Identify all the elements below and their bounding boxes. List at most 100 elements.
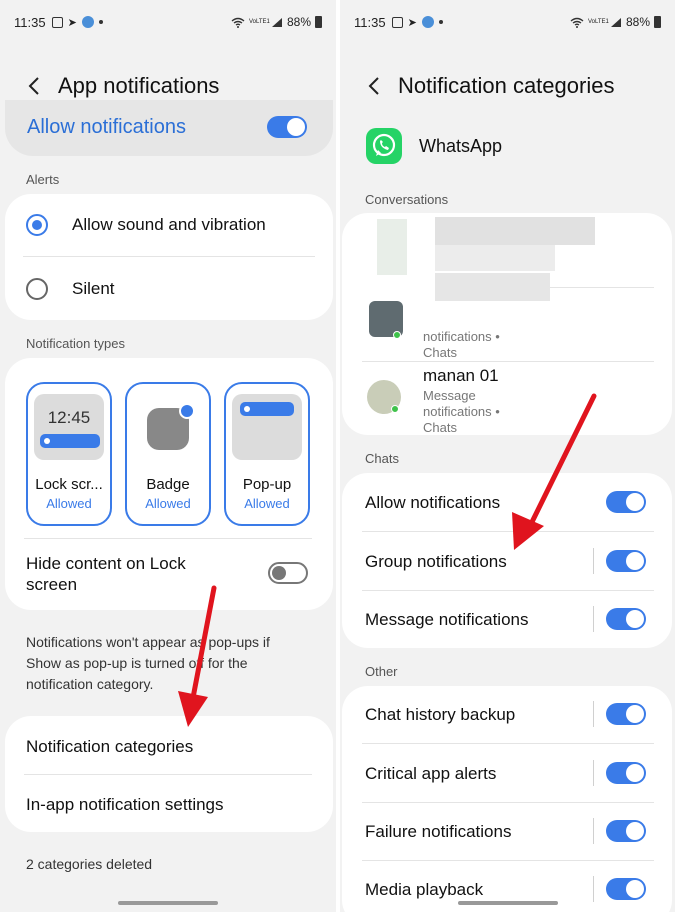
hide-content-toggle[interactable] <box>268 562 308 584</box>
chats-section-label: Chats <box>365 451 399 466</box>
app-bar: App notifications <box>0 70 336 102</box>
message-notifications-label[interactable]: Message notifications <box>365 610 528 630</box>
allow-notifications-row[interactable]: Allow notifications <box>5 100 333 156</box>
popup-label: Pop-up <box>242 476 292 493</box>
signal-icon <box>271 17 282 27</box>
chat-history-backup-label[interactable]: Chat history backup <box>365 705 515 725</box>
allow-notifications-toggle[interactable] <box>267 116 307 138</box>
online-indicator <box>393 331 401 339</box>
whatsapp-app-icon <box>366 128 402 164</box>
status-bar: 11:35 ➤ VoLTE1 88% <box>14 12 322 32</box>
status-icons: ➤ <box>51 16 103 29</box>
page-title: App notifications <box>58 73 220 98</box>
lock-screen-status: Allowed <box>46 496 92 511</box>
notification-types-section-label: Notification types <box>26 336 125 351</box>
critical-app-alerts-label[interactable]: Critical app alerts <box>365 764 496 784</box>
status-icons: ➤ <box>391 16 443 29</box>
divider <box>362 590 654 591</box>
row-separator <box>593 701 594 727</box>
conversation-subtitle: notifications • <box>423 329 500 344</box>
allow-notifications-label: Allow notifications <box>27 116 186 138</box>
status-time: 11:35 <box>14 14 46 30</box>
app-badge-icon <box>421 16 434 28</box>
pop-up-note: Notifications won't appear as pop-ups if… <box>26 634 270 692</box>
in-app-settings-link[interactable]: In-app notification settings <box>26 795 224 815</box>
chat-history-backup-toggle[interactable] <box>606 703 646 725</box>
hide-content-row[interactable]: Hide content on Lock screen <box>26 553 266 595</box>
failure-notifications-toggle[interactable] <box>606 820 646 842</box>
badge-type[interactable]: Badge Allowed <box>125 382 211 526</box>
media-playback-toggle[interactable] <box>606 878 646 900</box>
allow-sound-radio[interactable] <box>26 214 48 236</box>
more-dot-icon <box>438 20 443 24</box>
screenshot: 11:35 ➤ VoLTE1 88% App notifications All… <box>0 0 675 912</box>
divider <box>362 743 654 744</box>
group-notifications-label[interactable]: Group notifications <box>365 552 507 572</box>
status-bar: 11:35 ➤ VoLTE1 88% <box>354 12 661 32</box>
other-section-label: Other <box>365 664 398 679</box>
wifi-icon <box>570 17 584 28</box>
conversation-row[interactable]: notifications • Chats <box>342 213 672 360</box>
conversations-section-label: Conversations <box>365 192 449 207</box>
allow-sound-label[interactable]: Allow sound and vibration <box>72 215 266 235</box>
back-arrow-icon <box>28 77 39 95</box>
telegram-icon: ➤ <box>67 16 77 29</box>
silent-label[interactable]: Silent <box>72 279 115 299</box>
annotation-arrow-icon <box>512 393 597 550</box>
media-playback-label[interactable]: Media playback <box>365 880 483 900</box>
conversation-category: Chats <box>423 420 457 435</box>
app-name: WhatsApp <box>419 136 503 156</box>
badge-status: Allowed <box>145 496 191 511</box>
row-separator <box>593 818 594 844</box>
back-button[interactable] <box>14 70 54 102</box>
conversation-subtitle-2: notifications • <box>423 404 500 419</box>
row-separator <box>593 760 594 786</box>
app-bar: Notification categories <box>340 70 675 102</box>
lte-label: VoLTE1 <box>587 19 609 25</box>
online-indicator <box>391 405 399 413</box>
categories-deleted-text: 2 categories deleted <box>26 856 153 872</box>
blurred-avatar <box>377 219 407 275</box>
message-notifications-toggle[interactable] <box>606 608 646 630</box>
alerts-section-label: Alerts <box>26 172 60 187</box>
lock-screen-preview: 12:45 <box>34 394 104 460</box>
popup-notification-bar <box>240 402 294 416</box>
group-notifications-toggle[interactable] <box>606 550 646 572</box>
nav-handle[interactable] <box>118 901 218 905</box>
silent-radio[interactable] <box>26 278 48 300</box>
telegram-icon: ➤ <box>407 16 417 29</box>
divider <box>23 256 315 257</box>
status-time: 11:35 <box>354 14 386 30</box>
critical-app-alerts-toggle[interactable] <box>606 762 646 784</box>
badge-dot-icon <box>179 403 195 419</box>
annotation-arrow-icon <box>178 585 217 727</box>
blurred-preview-2 <box>435 273 550 301</box>
notification-categories-link[interactable]: Notification categories <box>26 737 193 757</box>
battery-icon <box>315 16 322 28</box>
wifi-icon <box>231 17 245 28</box>
divider <box>24 538 312 539</box>
row-separator <box>593 606 594 632</box>
failure-notifications-label[interactable]: Failure notifications <box>365 822 511 842</box>
chats-allow-notifications-toggle[interactable] <box>606 491 646 513</box>
chats-allow-notifications-label[interactable]: Allow notifications <box>365 493 500 513</box>
contact-name: manan 01 <box>423 366 499 385</box>
battery-percent: 88% <box>625 15 650 29</box>
back-arrow-icon <box>368 77 379 95</box>
popup-type[interactable]: Pop-up Allowed <box>224 382 310 526</box>
divider <box>362 802 654 803</box>
status-right: VoLTE1 88% <box>231 15 322 29</box>
page-title: Notification categories <box>398 73 615 98</box>
battery-percent: 88% <box>286 15 311 29</box>
back-button[interactable] <box>354 70 394 102</box>
conversation-category: Chats <box>423 345 457 360</box>
lock-screen-type[interactable]: 12:45 Lock scr... Allowed <box>26 382 112 526</box>
row-separator <box>593 876 594 902</box>
divider <box>550 287 654 288</box>
alerts-card: Allow sound and vibration Silent <box>5 194 333 320</box>
more-dot-icon <box>98 20 103 24</box>
preview-time: 12:45 <box>47 408 91 427</box>
nav-handle[interactable] <box>457 901 558 905</box>
gallery-icon <box>391 16 403 28</box>
signal-icon <box>610 17 621 27</box>
